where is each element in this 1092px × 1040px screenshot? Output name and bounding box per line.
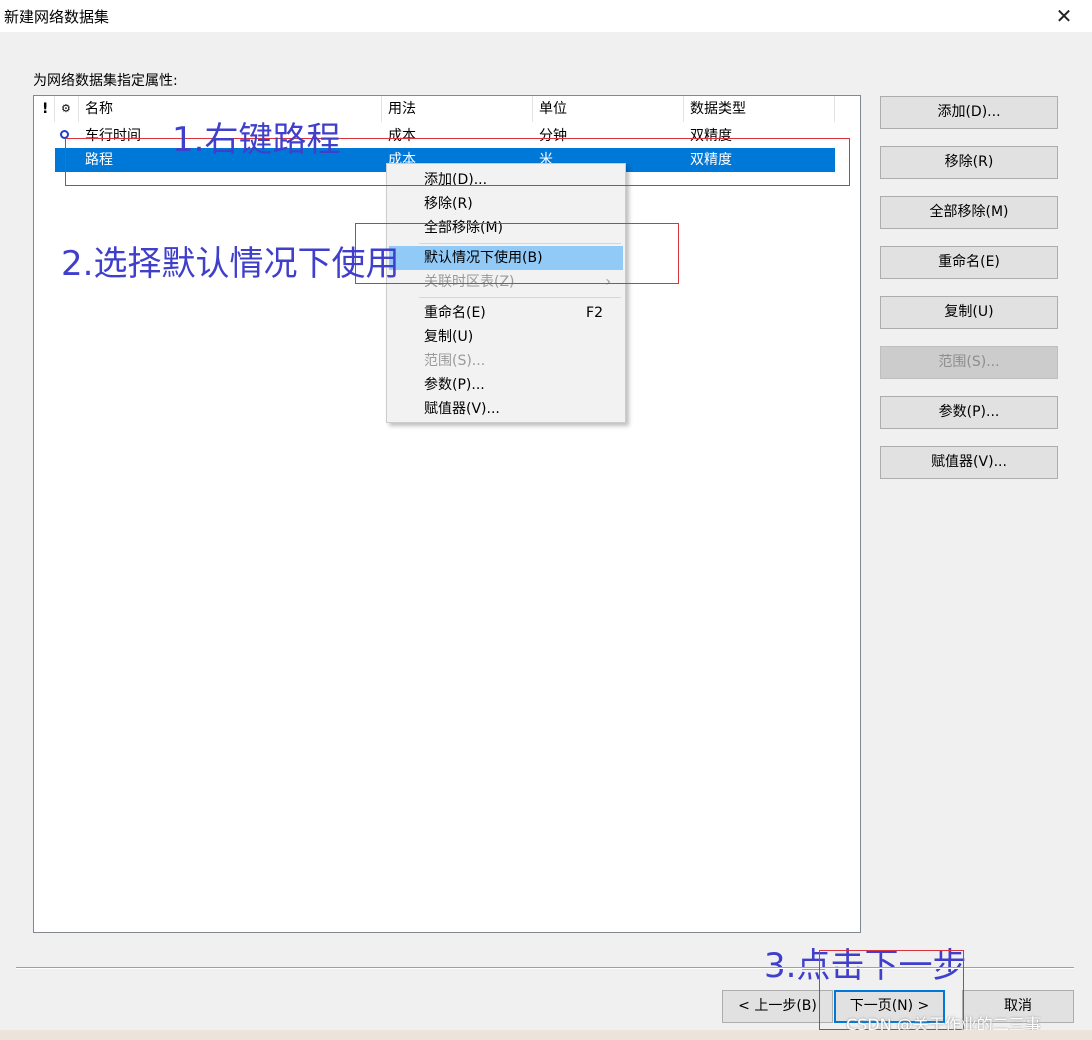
rename-button[interactable]: 重命名(E)	[880, 246, 1058, 279]
remove-all-button[interactable]: 全部移除(M)	[880, 196, 1058, 229]
header-type[interactable]: 数据类型	[684, 96, 835, 122]
context-menu: 添加(D)... 移除(R) 全部移除(M) 默认情况下使用(B) 关联时区表(…	[386, 163, 626, 423]
back-button[interactable]: < 上一步(B)	[722, 990, 833, 1023]
parameters-button[interactable]: 参数(P)...	[880, 396, 1058, 429]
annotation-box-step2	[355, 223, 679, 284]
header-default-icon[interactable]: ⚙	[55, 96, 79, 122]
menu-item-range: 范围(S)...	[424, 353, 486, 369]
title-bar: 新建网络数据集 ✕	[0, 0, 1092, 32]
menu-separator	[419, 297, 621, 298]
add-button[interactable]: 添加(D)...	[880, 96, 1058, 129]
header-flag[interactable]: !	[34, 96, 55, 122]
rename-shortcut: F2	[586, 305, 603, 321]
properties-label: 为网络数据集指定属性:	[33, 73, 178, 89]
copy-button[interactable]: 复制(U)	[880, 296, 1058, 329]
bottom-strip	[0, 1030, 1092, 1040]
close-icon[interactable]: ✕	[1050, 2, 1078, 30]
annotation-step1: 1.右键路程	[172, 120, 341, 160]
header-usage[interactable]: 用法	[382, 96, 533, 122]
menu-item-parameters[interactable]: 参数(P)...	[389, 373, 623, 397]
list-header: ! ⚙ 名称 用法 单位 数据类型	[34, 96, 860, 122]
menu-item-copy[interactable]: 复制(U)	[389, 325, 623, 349]
window-title: 新建网络数据集	[4, 8, 110, 26]
menu-item-evaluators[interactable]: 赋值器(V)...	[389, 397, 623, 421]
menu-item-rename[interactable]: 重命名(E) F2	[389, 301, 623, 325]
remove-button[interactable]: 移除(R)	[880, 146, 1058, 179]
annotation-step2: 2.选择默认情况下使用	[61, 244, 400, 284]
evaluators-button[interactable]: 赋值器(V)...	[880, 446, 1058, 479]
range-button: 范围(S)...	[880, 346, 1058, 379]
menu-item-rename-label: 重命名(E)	[424, 305, 486, 321]
menu-item-remove[interactable]: 移除(R)	[389, 192, 623, 216]
header-unit[interactable]: 单位	[533, 96, 684, 122]
